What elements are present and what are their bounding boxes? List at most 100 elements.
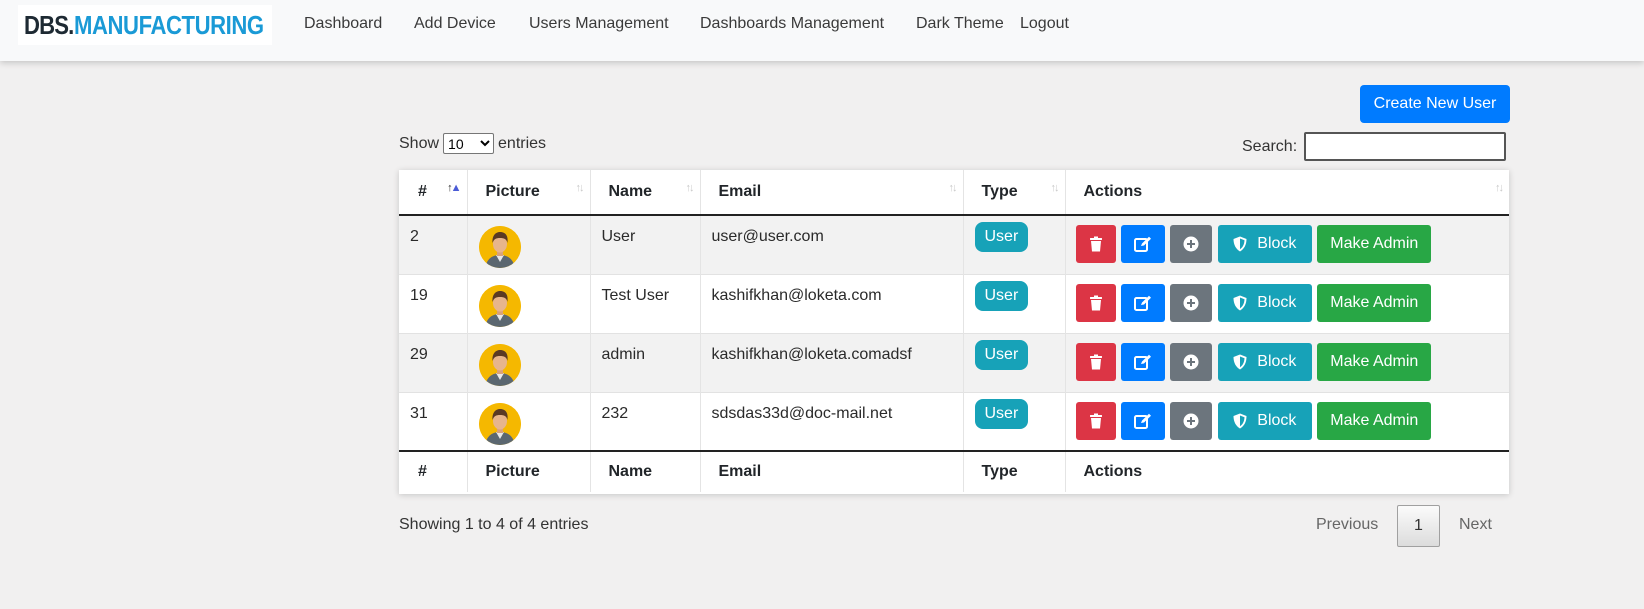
make-admin-button[interactable]: Make Admin	[1317, 342, 1432, 381]
cell-name: 232	[590, 391, 701, 451]
edit-button[interactable]	[1120, 342, 1165, 381]
footer-header-picture: Picture	[467, 450, 591, 492]
users-table: # ↑▲ Picture ↑↓ Name ↑↓ Email ↑↓ Type ↑↓…	[399, 170, 1509, 492]
column-header-picture[interactable]: Picture ↑↓	[467, 170, 591, 216]
column-header-actions[interactable]: Actions ↑↓	[1065, 170, 1509, 216]
cell-email: sdsdas33d@doc-mail.net	[700, 391, 964, 451]
table-row: 31 232 sdsdas33d@doc-mail.net User Block…	[399, 391, 1509, 451]
sort-icon: ↑↓	[948, 182, 958, 194]
sort-asc-icon: ↑▲	[447, 182, 461, 194]
cell-picture	[467, 215, 591, 274]
cell-id: 29	[399, 332, 468, 392]
nav-users-management[interactable]: Users Management	[529, 15, 669, 33]
cell-type: User	[963, 332, 1066, 392]
delete-button[interactable]	[1075, 342, 1116, 381]
type-badge: User	[974, 222, 1029, 252]
delete-button[interactable]	[1075, 225, 1116, 263]
table-row: 19 Test User kashifkhan@loketa.com User …	[399, 273, 1509, 333]
cell-name: admin	[590, 332, 701, 392]
table-footer-row: # Picture Name Email Type Actions	[399, 450, 1509, 492]
edit-button[interactable]	[1120, 283, 1165, 322]
trash-icon	[1089, 354, 1103, 370]
cell-actions: Block Make Admin	[1065, 332, 1509, 392]
block-button[interactable]: Block	[1217, 401, 1312, 440]
trash-icon	[1089, 413, 1103, 429]
plus-circle-icon	[1183, 354, 1199, 370]
show-entries-control: Show 10 entries	[399, 133, 546, 154]
make-admin-button[interactable]: Make Admin	[1317, 225, 1432, 263]
cell-type: User	[963, 391, 1066, 451]
footer-header-name: Name	[590, 450, 701, 492]
edit-button[interactable]	[1120, 225, 1165, 263]
edit-icon	[1133, 295, 1152, 311]
cell-type: User	[963, 273, 1066, 333]
footer-header-number: #	[399, 450, 468, 492]
block-button[interactable]: Block	[1217, 283, 1312, 322]
user-avatar-icon	[478, 402, 521, 445]
block-label: Block	[1257, 411, 1297, 429]
block-label: Block	[1257, 352, 1297, 370]
block-label: Block	[1257, 293, 1297, 311]
nav-add-device[interactable]: Add Device	[414, 15, 496, 33]
assign-button[interactable]	[1170, 283, 1213, 322]
cell-id: 31	[399, 391, 468, 451]
edit-icon	[1133, 354, 1152, 370]
block-button[interactable]: Block	[1217, 342, 1312, 381]
column-header-email[interactable]: Email ↑↓	[700, 170, 964, 216]
assign-button[interactable]	[1170, 225, 1213, 263]
nav-dark-theme[interactable]: Dark Theme	[916, 15, 1004, 33]
shield-icon	[1233, 413, 1247, 429]
edit-button[interactable]	[1120, 401, 1165, 440]
nav-dashboard[interactable]: Dashboard	[304, 15, 382, 33]
search-input[interactable]	[1304, 132, 1507, 161]
delete-button[interactable]	[1075, 283, 1116, 322]
type-badge: User	[974, 339, 1029, 370]
cell-email: user@user.com	[700, 215, 964, 274]
sort-icon: ↑↓	[685, 182, 695, 194]
type-badge: User	[974, 398, 1029, 429]
make-admin-button[interactable]: Make Admin	[1317, 401, 1432, 440]
column-header-name[interactable]: Name ↑↓	[590, 170, 701, 216]
cell-picture	[467, 391, 591, 451]
user-avatar-icon	[478, 284, 521, 327]
sort-icon: ↑↓	[575, 182, 585, 194]
cell-id: 2	[399, 215, 468, 274]
column-header-type[interactable]: Type ↑↓	[963, 170, 1066, 216]
trash-icon	[1089, 295, 1103, 311]
user-avatar-icon	[478, 226, 521, 268]
cell-email: kashifkhan@loketa.comadsf	[700, 332, 964, 392]
type-badge: User	[974, 280, 1029, 311]
assign-button[interactable]	[1170, 401, 1213, 440]
users-table-card: # ↑▲ Picture ↑↓ Name ↑↓ Email ↑↓ Type ↑↓…	[399, 170, 1509, 494]
table-row: 29 admin kashifkhan@loketa.comadsf User …	[399, 332, 1509, 392]
user-avatar-icon	[478, 343, 521, 386]
pagination-page-1[interactable]: 1	[1397, 505, 1440, 547]
search-label: Search:	[1242, 137, 1298, 155]
delete-button[interactable]	[1075, 401, 1116, 440]
edit-icon	[1133, 413, 1152, 429]
block-label: Block	[1257, 235, 1297, 252]
table-info: Showing 1 to 4 of 4 entries	[399, 516, 589, 533]
shield-icon	[1233, 236, 1247, 252]
pagination-next[interactable]: Next	[1459, 516, 1492, 534]
create-new-user-button[interactable]: Create New User	[1360, 85, 1510, 123]
plus-circle-icon	[1183, 413, 1199, 429]
block-button[interactable]: Block	[1217, 225, 1312, 263]
shield-icon	[1233, 354, 1247, 370]
nav-dashboards-management[interactable]: Dashboards Management	[700, 15, 884, 33]
cell-actions: Block Make Admin	[1065, 391, 1509, 451]
nav-logout[interactable]: Logout	[1020, 15, 1069, 33]
cell-picture	[467, 273, 591, 333]
sort-icon: ↑↓	[1050, 182, 1060, 194]
pagination-previous[interactable]: Previous	[1316, 516, 1378, 534]
cell-email: kashifkhan@loketa.com	[700, 273, 964, 333]
sort-icon: ↑↓	[1495, 182, 1504, 194]
make-admin-button[interactable]: Make Admin	[1317, 283, 1432, 322]
search-control: Search:	[1242, 132, 1507, 161]
cell-type: User	[963, 215, 1066, 274]
assign-button[interactable]	[1170, 342, 1213, 381]
page-size-select[interactable]: 10	[443, 133, 495, 154]
plus-circle-icon	[1183, 295, 1199, 311]
brand-logo[interactable]: DBS. MANUFACTURING	[18, 5, 272, 45]
column-header-number[interactable]: # ↑▲	[399, 170, 468, 216]
